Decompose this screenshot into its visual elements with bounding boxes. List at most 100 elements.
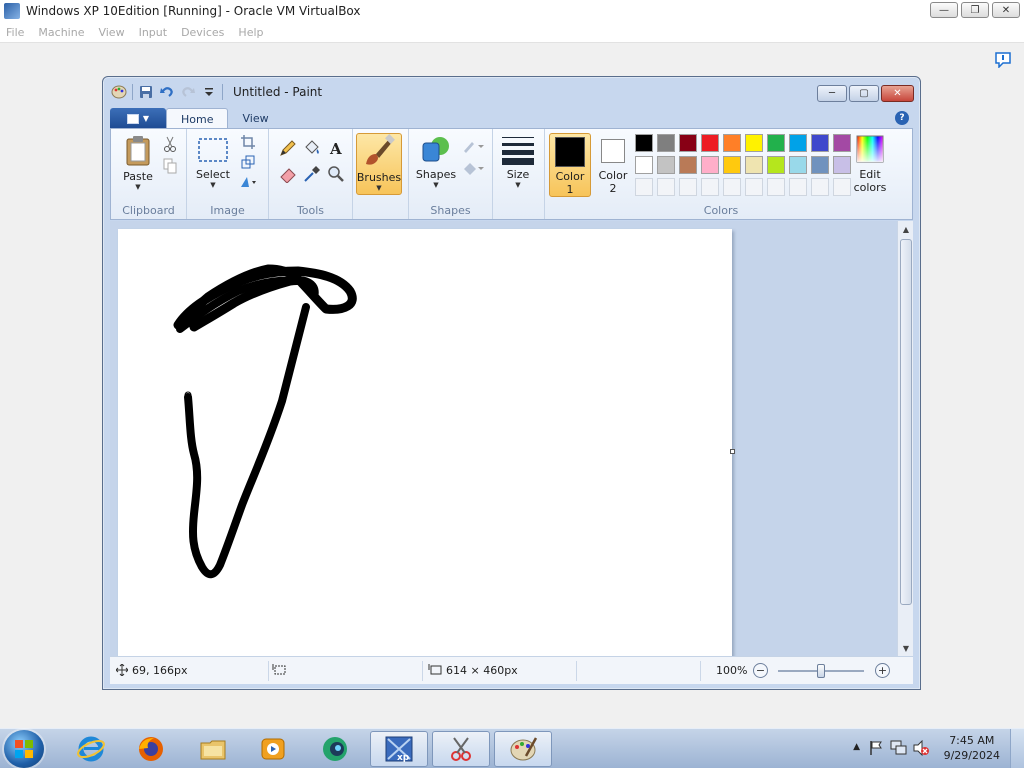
host-menu-machine[interactable]: Machine xyxy=(38,26,84,39)
scroll-up-icon[interactable]: ▲ xyxy=(898,221,914,237)
text-tool-icon[interactable]: A xyxy=(325,137,347,159)
custom-color-slot[interactable] xyxy=(657,178,675,196)
brushes-button[interactable]: Brushes ▼ xyxy=(356,133,402,195)
color-swatch[interactable] xyxy=(635,156,653,174)
internet-explorer-icon[interactable] xyxy=(62,731,120,767)
fill-icon[interactable] xyxy=(461,159,485,177)
size-button[interactable]: Size ▼ xyxy=(499,135,537,189)
action-center-flag-icon[interactable] xyxy=(868,740,884,756)
paste-button[interactable]: Paste ▼ xyxy=(117,135,159,191)
color-swatch[interactable] xyxy=(745,156,763,174)
color-swatch[interactable] xyxy=(767,156,785,174)
copy-icon[interactable] xyxy=(161,157,179,175)
fill-bucket-icon[interactable] xyxy=(301,137,323,159)
host-menu-view[interactable]: View xyxy=(98,26,124,39)
edit-colors-label: Edit colors xyxy=(854,168,887,194)
pencil-icon[interactable] xyxy=(277,137,299,159)
rotate-icon[interactable] xyxy=(239,173,257,191)
start-button[interactable] xyxy=(4,730,44,768)
color-swatch[interactable] xyxy=(723,134,741,152)
crop-icon[interactable] xyxy=(239,133,257,151)
paint-minimize-button[interactable]: ─ xyxy=(817,85,847,102)
cut-icon[interactable] xyxy=(161,135,179,153)
media-center-icon[interactable] xyxy=(306,731,364,767)
color-swatch[interactable] xyxy=(789,156,807,174)
color-swatch[interactable] xyxy=(701,156,719,174)
paint-maximize-button[interactable]: ▢ xyxy=(849,85,879,102)
virtualbox-xp-taskbar-item[interactable]: xp xyxy=(370,731,428,767)
resize-icon[interactable] xyxy=(239,153,257,171)
clock[interactable]: 7:45 AM 9/29/2024 xyxy=(944,733,1000,763)
drawing-canvas[interactable] xyxy=(118,229,732,656)
canvas-resize-handle[interactable] xyxy=(730,449,735,454)
zoom-slider-thumb[interactable] xyxy=(817,664,825,678)
host-menu-devices[interactable]: Devices xyxy=(181,26,224,39)
help-icon[interactable]: ? xyxy=(895,111,909,125)
color-swatch[interactable] xyxy=(723,156,741,174)
custom-color-slot[interactable] xyxy=(701,178,719,196)
undo-icon[interactable] xyxy=(159,84,175,100)
host-close-button[interactable]: ✕ xyxy=(992,2,1020,18)
tab-home[interactable]: Home xyxy=(166,108,229,129)
color-swatch[interactable] xyxy=(679,156,697,174)
volume-muted-icon[interactable] xyxy=(912,740,930,756)
color1-swatch xyxy=(555,137,585,167)
color2-label: Color 2 xyxy=(599,169,628,195)
custom-color-slot[interactable] xyxy=(789,178,807,196)
custom-color-slot[interactable] xyxy=(679,178,697,196)
vertical-scrollbar[interactable]: ▲ ▼ xyxy=(897,221,913,656)
customize-qat-icon[interactable] xyxy=(201,84,217,100)
show-hidden-icons-icon[interactable]: ▲ xyxy=(853,742,860,752)
outline-icon[interactable] xyxy=(461,137,485,155)
save-icon[interactable] xyxy=(138,84,154,100)
color2-button[interactable]: Color 2 xyxy=(593,133,633,197)
color-swatch[interactable] xyxy=(657,134,675,152)
zoom-in-button[interactable]: + xyxy=(875,663,890,678)
notification-balloon-icon[interactable] xyxy=(994,52,1012,68)
color-swatch[interactable] xyxy=(679,134,697,152)
eraser-icon[interactable] xyxy=(277,163,299,185)
tab-view[interactable]: View xyxy=(228,108,282,129)
host-menu-file[interactable]: File xyxy=(6,26,24,39)
host-restore-button[interactable]: ❐ xyxy=(961,2,989,18)
color-swatch[interactable] xyxy=(789,134,807,152)
firefox-icon[interactable] xyxy=(122,731,180,767)
color-swatch[interactable] xyxy=(745,134,763,152)
color-swatch[interactable] xyxy=(811,156,829,174)
scroll-down-icon[interactable]: ▼ xyxy=(898,640,914,656)
select-button[interactable]: Select ▼ xyxy=(193,135,233,189)
color-swatch[interactable] xyxy=(701,134,719,152)
media-player-icon[interactable] xyxy=(244,731,302,767)
zoom-out-button[interactable]: − xyxy=(753,663,768,678)
host-minimize-button[interactable]: — xyxy=(930,2,958,18)
custom-color-slot[interactable] xyxy=(635,178,653,196)
paint-menu-button[interactable]: ▼ xyxy=(110,108,166,129)
line-size-icon xyxy=(502,137,534,165)
host-menu-input[interactable]: Input xyxy=(139,26,167,39)
edit-colors-button[interactable]: Edit colors xyxy=(849,133,891,194)
paint-app-icon[interactable] xyxy=(111,84,127,100)
shapes-button[interactable]: Shapes ▼ xyxy=(415,135,457,189)
custom-color-slot[interactable] xyxy=(811,178,829,196)
custom-color-slot[interactable] xyxy=(767,178,785,196)
snipping-tool-taskbar-item[interactable] xyxy=(432,731,490,767)
custom-color-slot[interactable] xyxy=(723,178,741,196)
paint-menu-icon xyxy=(126,113,139,124)
host-menu-help[interactable]: Help xyxy=(238,26,263,39)
color-swatch[interactable] xyxy=(811,134,829,152)
paint-taskbar-item[interactable] xyxy=(494,731,552,767)
redo-icon[interactable] xyxy=(180,84,196,100)
color-swatch[interactable] xyxy=(657,156,675,174)
magnifier-icon[interactable] xyxy=(325,163,347,185)
brushes-label: Brushes xyxy=(356,171,402,184)
paint-close-button[interactable]: ✕ xyxy=(881,85,914,102)
color-swatch[interactable] xyxy=(767,134,785,152)
color1-button[interactable]: Color 1 xyxy=(549,133,591,197)
color-swatch[interactable] xyxy=(635,134,653,152)
show-desktop-button[interactable] xyxy=(1010,729,1024,768)
scroll-thumb[interactable] xyxy=(900,239,912,605)
file-explorer-icon[interactable] xyxy=(184,731,242,767)
network-icon[interactable] xyxy=(890,740,908,756)
custom-color-slot[interactable] xyxy=(745,178,763,196)
color-picker-icon[interactable] xyxy=(301,163,323,185)
